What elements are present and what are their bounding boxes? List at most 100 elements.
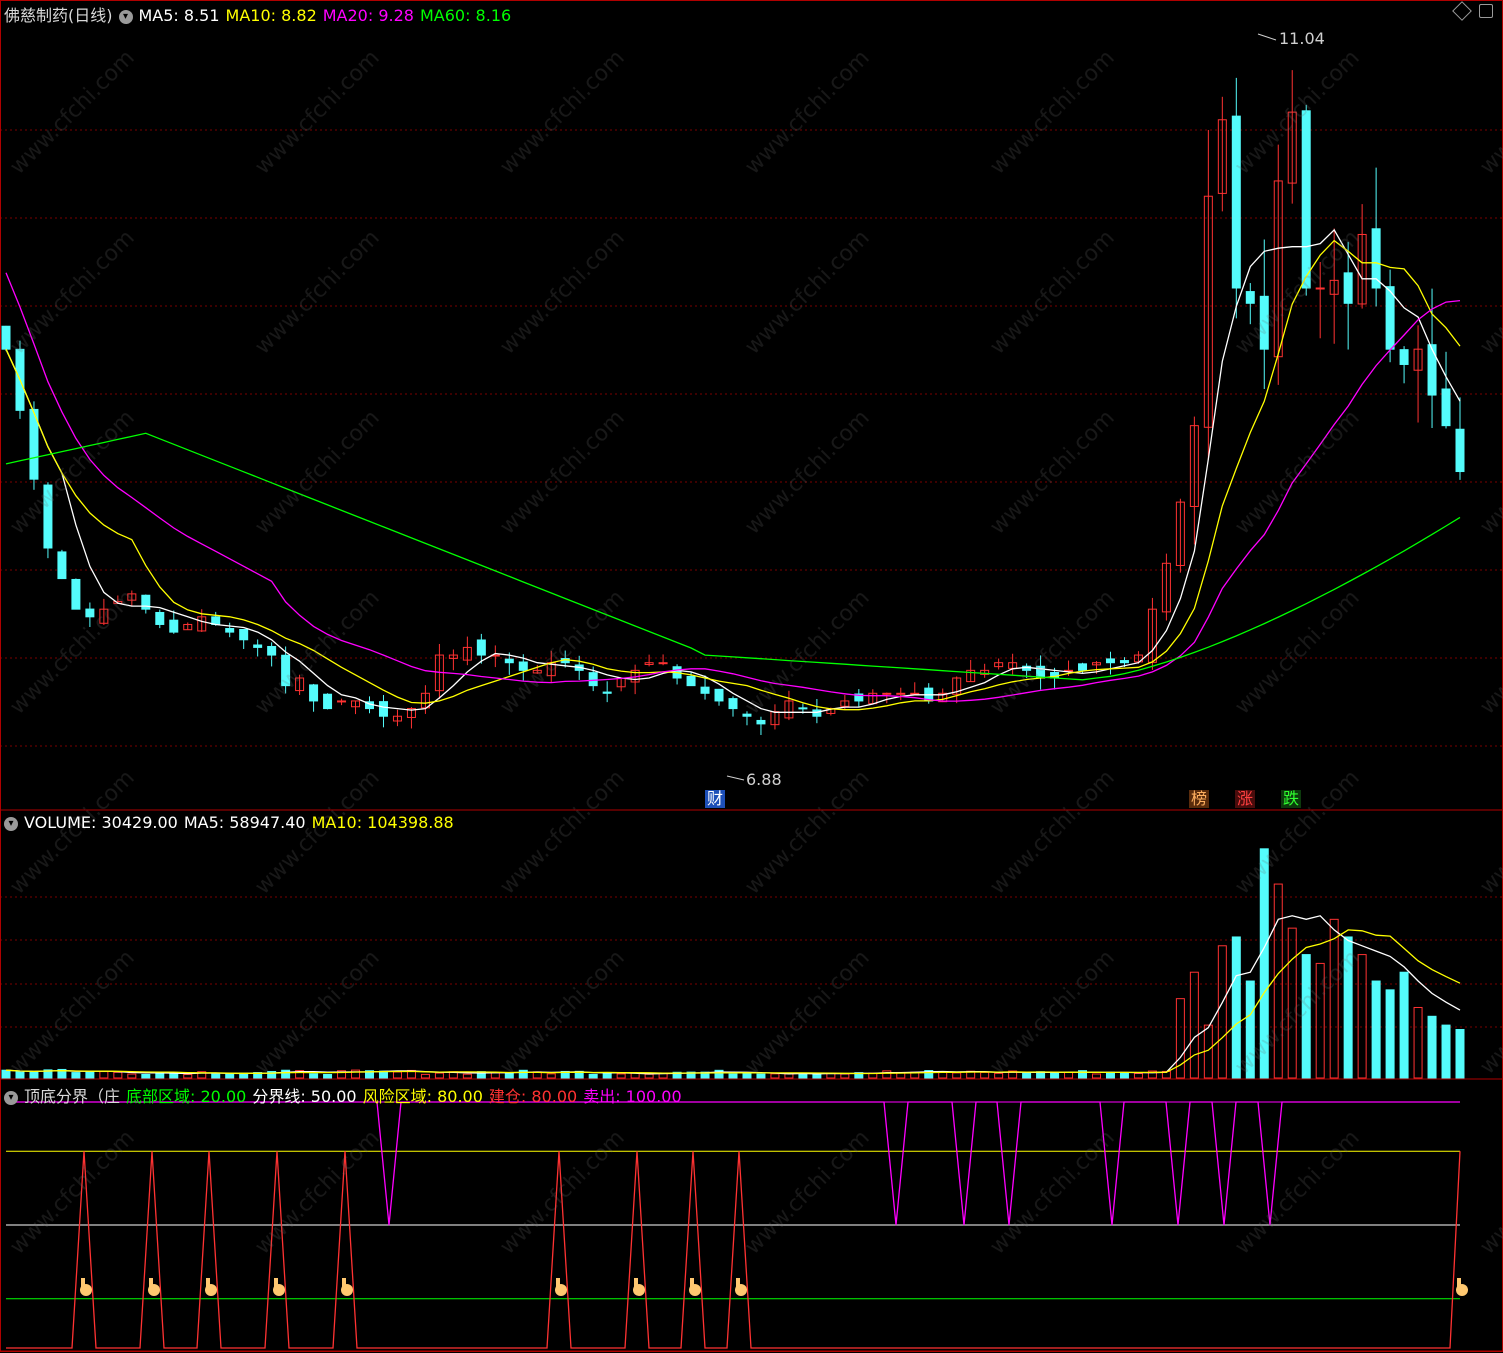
candle-body [896,692,906,695]
low-pointer-icon [726,775,745,781]
volume-bar [1050,1072,1060,1079]
candle-body [1245,291,1255,304]
candle-body [1441,388,1451,427]
price-candles [1,70,1465,735]
volume-bar [1371,980,1381,1079]
candle-body [504,658,514,664]
volume-bar [840,1073,850,1079]
candle-body [253,644,263,648]
volume-bar [1119,1072,1129,1079]
sell-value: 卖出: 100.00 [583,1087,682,1106]
volume-bar [1357,954,1367,1079]
candle-body [588,672,598,687]
candle-body [742,713,752,717]
window-icon[interactable] [1479,4,1493,18]
indicator-header: ▾ 顶底分界（庄 底部区域: 20.00 分界线: 50.00 风险区域: 80.00 建… [4,1083,688,1107]
volume-bar [994,1072,1004,1079]
candle-body [1315,287,1325,290]
volume-bar [392,1071,402,1079]
low-price-label: 6.88 [746,770,782,789]
volume-ma10-value: MA10: 104398.88 [311,813,454,832]
indicator-name[interactable]: 顶底分界（庄 [24,1087,120,1106]
candle-body [910,692,920,695]
volume-bar [518,1069,528,1079]
divider-value: 分界线: 50.00 [252,1087,357,1106]
volume-bar [588,1073,598,1079]
volume-bar [29,1071,39,1079]
ma20-value: MA20: 9.28 [322,6,414,25]
volume-bar [1273,883,1283,1079]
candle-body [518,661,528,671]
die-tag[interactable]: 跌 [1281,790,1302,808]
volume-bar [770,1073,780,1079]
volume-bar [434,1072,444,1079]
candle-body [728,698,738,710]
candle-body [267,645,277,656]
candle-body [281,654,291,687]
volume-bar [504,1072,514,1079]
volume-bar [183,1073,193,1079]
cai-tag[interactable]: 财 [705,790,726,808]
volume-bar [1105,1071,1115,1079]
volume-bar [1399,971,1409,1079]
volume-bar [85,1071,95,1079]
volume-value: VOLUME: 30429.00 [24,813,178,832]
volume-bar [1022,1072,1032,1079]
hand-finger-icon [1457,1278,1461,1288]
build-value: 建仓: 80.00 [488,1087,578,1106]
volume-bar [490,1072,500,1079]
candle-body [1259,295,1269,350]
volume-bar [1455,1029,1465,1079]
ma5-value: MA5: 8.51 [138,6,220,25]
hand-finger-icon [342,1278,346,1288]
ma10-value: MA10: 8.82 [225,6,317,25]
volume-bar [644,1073,654,1079]
candle-body [882,692,892,695]
candle-body [57,551,67,580]
volume-bar [420,1073,430,1079]
candle-body [1343,272,1353,304]
volume-bar [812,1073,822,1079]
candle-body [1399,349,1409,365]
high-pointer-icon [1257,33,1277,41]
hand-finger-icon [206,1278,210,1288]
ma60-value: MA60: 8.16 [419,6,512,25]
volume-bar [1329,918,1339,1079]
volume-settings-icon[interactable]: ▾ [4,816,18,831]
zhang-tag[interactable]: 涨 [1235,790,1256,808]
candle-body [225,628,235,633]
candle-body [43,484,53,549]
indicator-settings-icon[interactable]: ▾ [4,1090,18,1105]
hand-finger-icon [149,1278,153,1288]
candle-body [1231,115,1241,289]
hand-finger-icon [634,1278,638,1288]
bang-tag[interactable]: 榜 [1189,790,1210,808]
volume-bar [952,1072,962,1079]
stock-title[interactable]: 佛慈制药(日线) [4,6,113,25]
hand-finger-icon [274,1278,278,1288]
volume-bar [1441,1024,1451,1079]
hand-finger-icon [736,1278,740,1288]
candle-body [1078,663,1088,671]
candle-body [812,709,822,717]
stock-chart[interactable]: 11.04 6.88 [0,0,1503,1353]
volume-bar [113,1071,123,1079]
volume-ma10-line [5,929,1461,1075]
grid-lines [0,129,1503,1028]
volume-bar [1385,989,1395,1079]
volume-header: ▾ VOLUME: 30429.00 MA5: 58947.40 MA10: 1043… [4,813,460,832]
candle-body [1105,658,1115,664]
candle-body [602,691,612,694]
bottom-zone-value: 底部区域: 20.00 [126,1087,247,1106]
candle-body [85,608,95,618]
candle-body [239,628,249,641]
volume-bar [1245,980,1255,1079]
settings-circle-icon[interactable]: ▾ [118,9,133,24]
volume-bar [1231,936,1241,1079]
volume-bar [1133,1072,1143,1079]
indicator-lines [6,1101,1461,1349]
volume-bar [309,1073,319,1079]
candle-body [1119,660,1129,664]
ma20-line [5,272,1461,702]
volume-bar [1427,1015,1437,1079]
